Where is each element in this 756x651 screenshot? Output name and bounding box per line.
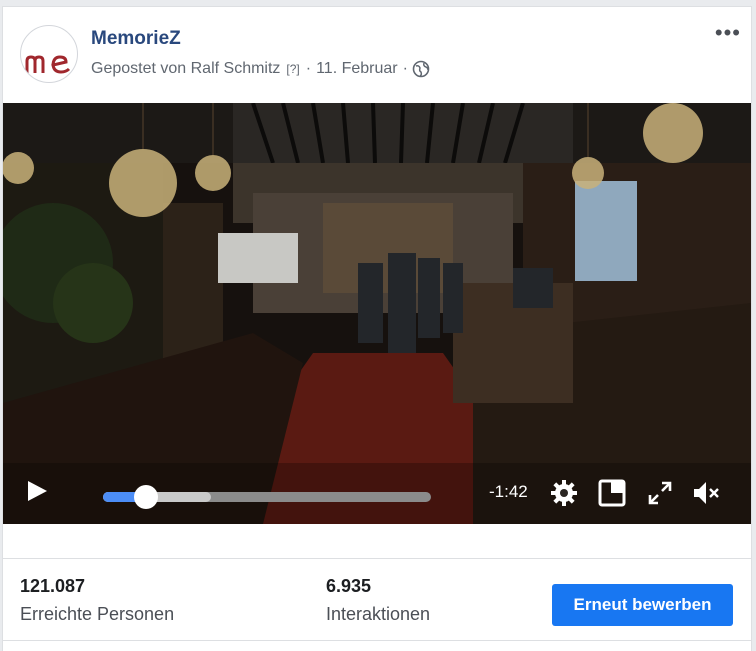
reach-label: Erreichte Personen — [20, 604, 175, 624]
divider — [3, 640, 751, 641]
post-card: MemorieZ Gepostet von Ralf Schmitz [?] ·… — [2, 6, 752, 651]
video-controls: -1:42 — [3, 464, 751, 524]
avatar[interactable] — [20, 25, 78, 83]
help-marker[interactable]: [?] — [286, 62, 299, 76]
time-remaining: -1:42 — [489, 482, 528, 501]
post-date[interactable]: 11. Februar — [316, 60, 398, 78]
video-player[interactable]: -1:42 — [3, 103, 751, 524]
separator: · — [402, 60, 408, 77]
scrubber-handle[interactable] — [133, 485, 158, 509]
fullscreen-icon[interactable] — [645, 478, 675, 508]
progress-bar[interactable] — [103, 485, 431, 509]
video-frame — [3, 103, 751, 524]
reach-value: 121.087 — [20, 576, 86, 596]
volume-muted-icon[interactable] — [691, 478, 721, 508]
gear-icon[interactable] — [549, 478, 579, 508]
picture-in-picture-icon[interactable] — [597, 478, 627, 508]
globe-icon[interactable] — [412, 60, 430, 78]
more-options-icon[interactable]: ••• — [715, 22, 741, 44]
engagement-label: Interaktionen — [326, 604, 431, 624]
page-name[interactable]: MemorieZ — [91, 28, 181, 50]
engagement-value: 6.935 — [326, 576, 372, 596]
boost-again-button[interactable]: Erneut bewerben — [552, 584, 733, 626]
post-insights: 121.087 Erreichte Personen 6.935 Interak… — [3, 558, 751, 641]
post-header: MemorieZ Gepostet von Ralf Schmitz [?] ·… — [3, 7, 751, 103]
post-meta: Gepostet von Ralf Schmitz [?] · 11. Febr… — [91, 60, 430, 78]
play-icon[interactable] — [25, 479, 49, 503]
posted-by[interactable]: Gepostet von Ralf Schmitz — [91, 60, 280, 78]
separator: · — [305, 60, 312, 77]
